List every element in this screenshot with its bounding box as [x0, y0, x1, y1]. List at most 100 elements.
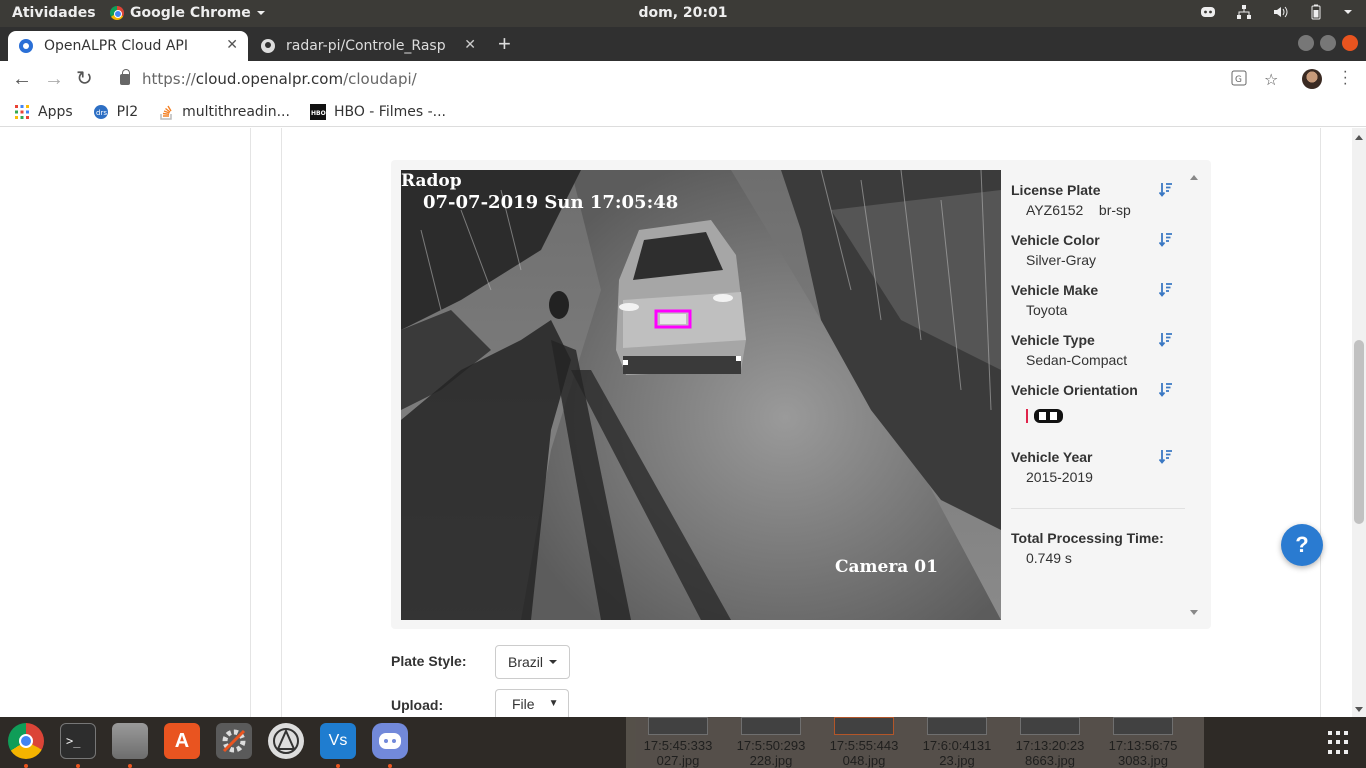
sort-icon[interactable]: [1159, 382, 1173, 398]
close-tab-icon[interactable]: ✕: [464, 37, 476, 53]
window-controls: [1298, 35, 1358, 51]
vehicle-color-label: Vehicle Color: [1011, 232, 1100, 248]
file-thumbnail[interactable]: 17:13:56:75 3083.jpg: [1103, 717, 1183, 768]
files-dock-icon[interactable]: [112, 723, 148, 759]
vehicle-orientation-label: Vehicle Orientation: [1011, 382, 1138, 398]
help-button[interactable]: ?: [1281, 524, 1323, 566]
camera-frame-graphic: Radop 07-07-2019 Sun 17:05:48 Camera 01: [401, 170, 1001, 620]
sort-icon[interactable]: [1159, 449, 1173, 465]
tab-title: radar-pi/Controle_Rasp: [286, 38, 446, 54]
scrollbar-thumb[interactable]: [1354, 340, 1364, 524]
chrome-dock-icon[interactable]: [8, 723, 44, 759]
maximize-icon[interactable]: [1320, 35, 1336, 51]
address-bar[interactable]: https://cloud.openalpr.com/cloudapi/: [108, 64, 1288, 94]
scroll-up-icon[interactable]: [1355, 135, 1363, 140]
bookmark-apps[interactable]: Apps: [14, 104, 73, 120]
clock[interactable]: dom, 20:01: [0, 5, 1366, 21]
running-indicator: [128, 764, 132, 768]
forward-arrow-icon[interactable]: →: [44, 69, 64, 89]
chrome-menu-icon[interactable]: · · ·: [1343, 64, 1348, 92]
upload-label: Upload:: [391, 697, 444, 713]
bookmarks-bar: Apps drs PI2 multithreadin... HBO HBO - …: [0, 97, 1366, 127]
vehicle-year-value: 2015-2019: [1026, 469, 1093, 485]
overlay-camera-label: Camera 01: [835, 557, 938, 577]
file-thumbnail[interactable]: 17:13:20:23 8663.jpg: [1010, 717, 1090, 768]
reload-icon[interactable]: ↻: [76, 69, 93, 89]
vehicle-year-label: Vehicle Year: [1011, 449, 1093, 465]
discord-dock-icon[interactable]: [372, 723, 408, 759]
tab-github[interactable]: radar-pi/Controle_Rasp ✕: [250, 31, 486, 61]
running-indicator: [76, 764, 80, 768]
plate-style-value: Brazil: [508, 654, 544, 670]
vehicle-orientation-field: Vehicle Orientation: [1011, 382, 1181, 431]
software-center-dock-icon[interactable]: A: [164, 723, 200, 759]
terminal-dock-icon[interactable]: >_: [60, 723, 96, 759]
tab-title: OpenALPR Cloud API: [44, 38, 188, 54]
vscode-label: Vs: [328, 732, 348, 749]
processing-time-value: 0.749 s: [1026, 550, 1072, 566]
recognition-result-panel: Radop 07-07-2019 Sun 17:05:48 Camera 01 …: [391, 160, 1211, 629]
left-sidebar: [0, 128, 251, 717]
vehicle-info-panel: License Plate AYZ6152 br-sp Vehicle Colo…: [1001, 170, 1185, 620]
system-menu-chevron-icon[interactable]: [1344, 10, 1352, 14]
sort-icon[interactable]: [1159, 182, 1173, 198]
sort-icon[interactable]: [1159, 232, 1173, 248]
network-icon[interactable]: [1236, 4, 1252, 20]
running-indicator: [336, 764, 340, 768]
camera-image[interactable]: Radop 07-07-2019 Sun 17:05:48 Camera 01: [401, 170, 1001, 620]
battery-icon[interactable]: [1308, 4, 1324, 20]
new-tab-button[interactable]: +: [498, 31, 511, 57]
info-panel-scrollbar[interactable]: [1187, 170, 1201, 620]
plate-region: br-sp: [1098, 202, 1131, 218]
apps-grid-icon: [15, 104, 29, 119]
car-graphic: [616, 220, 746, 375]
back-arrow-icon[interactable]: ←: [12, 69, 32, 89]
github-favicon-icon: [261, 39, 275, 53]
file-thumbnail[interactable]: 17:5:55:443 048.jpg: [824, 717, 904, 768]
close-window-icon[interactable]: [1342, 35, 1358, 51]
processing-time-field: Total Processing Time: 0.749 s: [1011, 530, 1191, 566]
minimize-icon[interactable]: [1298, 35, 1314, 51]
plate-style-label: Plate Style:: [391, 653, 467, 669]
url-host: cloud.openalpr.com: [195, 70, 344, 88]
divider: [1011, 508, 1185, 509]
license-plate-field: License Plate AYZ6152 br-sp: [1011, 182, 1181, 218]
scroll-down-icon[interactable]: [1355, 707, 1363, 712]
upload-select[interactable]: File ▼: [495, 689, 570, 717]
bookmark-multithreading[interactable]: multithreadin...: [158, 104, 290, 120]
browser-toolbar: ← → ↻ https://cloud.openalpr.com/cloudap…: [0, 61, 1366, 97]
bookmark-star-icon[interactable]: ☆: [1264, 70, 1278, 90]
url-scheme: https://: [142, 70, 196, 88]
sort-icon[interactable]: [1159, 332, 1173, 348]
page-scrollbar[interactable]: [1352, 128, 1366, 717]
updater-dock-icon[interactable]: [268, 723, 304, 759]
file-thumbnail[interactable]: 17:6:0:4131 23.jpg: [917, 717, 997, 768]
plate-number[interactable]: AYZ6152: [1026, 202, 1083, 218]
bookmark-hbo[interactable]: HBO HBO - Filmes -...: [309, 103, 446, 120]
file-thumbnail[interactable]: 17:5:50:293 228.jpg: [731, 717, 811, 768]
file-thumbnail[interactable]: 17:5:45:333 027.jpg: [638, 717, 718, 768]
lock-icon[interactable]: [120, 68, 130, 85]
plate-style-dropdown[interactable]: Brazil: [495, 645, 571, 679]
discord-tray-icon[interactable]: [1200, 4, 1216, 20]
system-tray: [1200, 4, 1352, 20]
vscode-dock-icon[interactable]: Vs: [320, 723, 356, 759]
bookmark-pi2[interactable]: drs PI2: [93, 104, 138, 120]
vehicle-make-field: Vehicle Make Toyota: [1011, 282, 1181, 318]
url-path: /cloudapi/: [343, 70, 417, 88]
tab-openalpr[interactable]: OpenALPR Cloud API ✕: [8, 31, 248, 61]
scroll-down-icon[interactable]: [1190, 610, 1198, 615]
license-plate-label: License Plate: [1011, 182, 1101, 198]
profile-avatar[interactable]: [1302, 69, 1322, 89]
stackoverflow-icon: [160, 105, 172, 120]
scroll-up-icon[interactable]: [1190, 175, 1198, 180]
show-applications-icon[interactable]: [1328, 731, 1352, 755]
vehicle-color-field: Vehicle Color Silver-Gray: [1011, 232, 1181, 268]
translate-icon[interactable]: G: [1231, 70, 1247, 86]
volume-icon[interactable]: [1272, 4, 1288, 20]
settings-dock-icon[interactable]: [216, 723, 252, 759]
processing-time-label: Total Processing Time:: [1011, 530, 1164, 546]
sort-icon[interactable]: [1159, 282, 1173, 298]
vehicle-color-value: Silver-Gray: [1026, 252, 1097, 268]
close-tab-icon[interactable]: ✕: [226, 37, 238, 53]
